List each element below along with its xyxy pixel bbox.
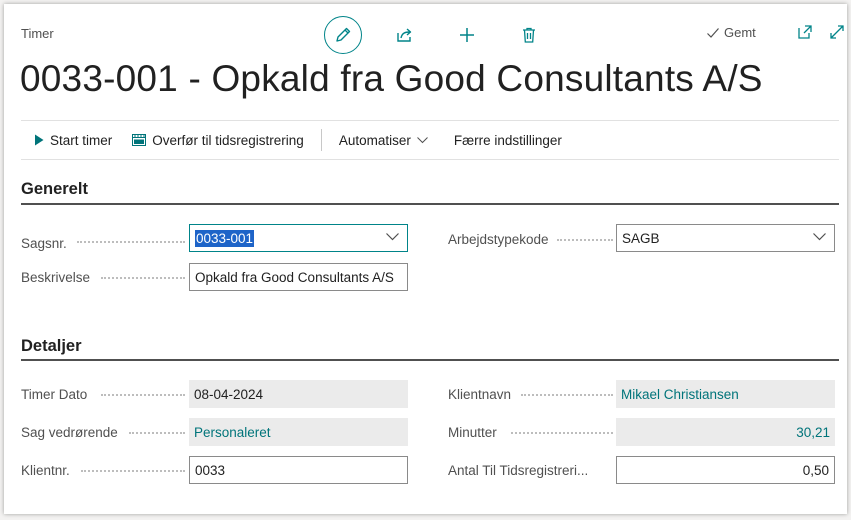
section-generelt-title[interactable]: Generelt	[21, 180, 88, 199]
timer-dato-value: 08-04-2024	[194, 386, 264, 402]
chevron-down-icon[interactable]	[386, 233, 399, 241]
fewer-options-label: Færre indstillinger	[453, 132, 562, 148]
timer-dato-leader	[101, 394, 185, 396]
sagsnr-label: Sagsnr.	[21, 235, 67, 251]
minutter-value: 30,21	[796, 424, 830, 440]
action-bar: Start timer Overfør til tidsregistrering…	[21, 120, 839, 160]
expand-button[interactable]	[826, 21, 848, 43]
beskrivelse-field[interactable]: Opkald fra Good Consultants A/S	[189, 263, 408, 291]
page-title: 0033-001 - Opkald fra Good Consultants A…	[20, 58, 763, 99]
sag-vedr-label: Sag vedrørende	[21, 424, 118, 440]
automate-label: Automatiser	[338, 132, 411, 148]
timer-dato-field: 08-04-2024	[189, 380, 408, 408]
check-icon	[707, 27, 719, 38]
minutter-label: Minutter	[448, 424, 497, 440]
timer-card-page: Timer Gemt 0033-001 - Opkald fra Good Co…	[4, 4, 847, 514]
arbejdstype-label: Arbejdstypekode	[448, 231, 549, 247]
start-timer-button[interactable]: Start timer	[34, 133, 112, 148]
klientnr-leader	[81, 470, 185, 472]
arbejdstype-leader	[557, 239, 613, 241]
klientnr-value: 0033	[195, 462, 226, 478]
section-generelt-divider	[21, 203, 839, 205]
transfer-button[interactable]: Overfør til tidsregistrering	[132, 133, 304, 148]
sag-vedr-leader	[129, 432, 185, 434]
saved-status: Gemt	[706, 25, 756, 40]
page-label: Timer	[21, 26, 54, 41]
klientnr-field[interactable]: 0033	[189, 456, 408, 484]
beskrivelse-label: Beskrivelse	[21, 269, 91, 285]
sagsnr-value: 0033-001	[195, 229, 255, 247]
pencil-icon	[336, 27, 351, 42]
section-detaljer-divider	[21, 359, 839, 361]
edit-button[interactable]	[324, 16, 362, 54]
klientnavn-field[interactable]: Mikael Christiansen	[616, 380, 835, 408]
antal-value: 0,50	[802, 462, 829, 478]
expand-icon	[830, 25, 844, 39]
beskrivelse-value: Opkald fra Good Consultants A/S	[195, 269, 394, 285]
transfer-icon	[132, 134, 147, 146]
new-button[interactable]	[448, 16, 486, 54]
plus-icon	[460, 28, 474, 42]
open-new-window-button[interactable]	[794, 21, 816, 43]
section-detaljer-title[interactable]: Detaljer	[21, 337, 82, 356]
arbejdstype-value: SAGB	[622, 230, 660, 246]
klientnavn-label: Klientnavn	[448, 386, 512, 402]
chevron-down-icon	[416, 136, 428, 143]
klientnavn-value[interactable]: Mikael Christiansen	[621, 387, 739, 402]
trash-icon	[523, 27, 535, 43]
delete-button[interactable]	[510, 16, 548, 54]
sagsnr-leader	[77, 241, 185, 243]
sag-vedr-value[interactable]: Personaleret	[194, 425, 271, 440]
minutter-field: 30,21	[616, 418, 835, 446]
timer-dato-label: Timer Dato	[21, 386, 88, 402]
saved-label: Gemt	[724, 25, 756, 40]
klientnavn-leader	[521, 394, 613, 396]
play-icon	[35, 134, 44, 146]
sag-vedr-field[interactable]: Personaleret	[189, 418, 408, 446]
share-button[interactable]	[386, 16, 424, 54]
fewer-options-button[interactable]: Færre indstillinger	[454, 133, 562, 148]
start-timer-label: Start timer	[50, 132, 113, 148]
minutter-leader	[511, 432, 613, 434]
arbejdstype-field[interactable]: SAGB	[616, 224, 835, 252]
antal-field[interactable]: 0,50	[616, 456, 835, 484]
sagsnr-field[interactable]: 0033-001	[189, 224, 408, 252]
open-new-window-icon	[798, 25, 812, 39]
share-icon	[397, 28, 412, 42]
chevron-down-icon[interactable]	[813, 233, 826, 241]
transfer-label: Overfør til tidsregistrering	[152, 132, 304, 148]
klientnr-label: Klientnr.	[21, 462, 70, 478]
beskrivelse-leader	[101, 277, 185, 279]
action-separator	[320, 129, 322, 151]
automate-menu[interactable]: Automatiser	[339, 133, 428, 148]
antal-label: Antal Til Tidsregistreri...	[448, 462, 589, 478]
